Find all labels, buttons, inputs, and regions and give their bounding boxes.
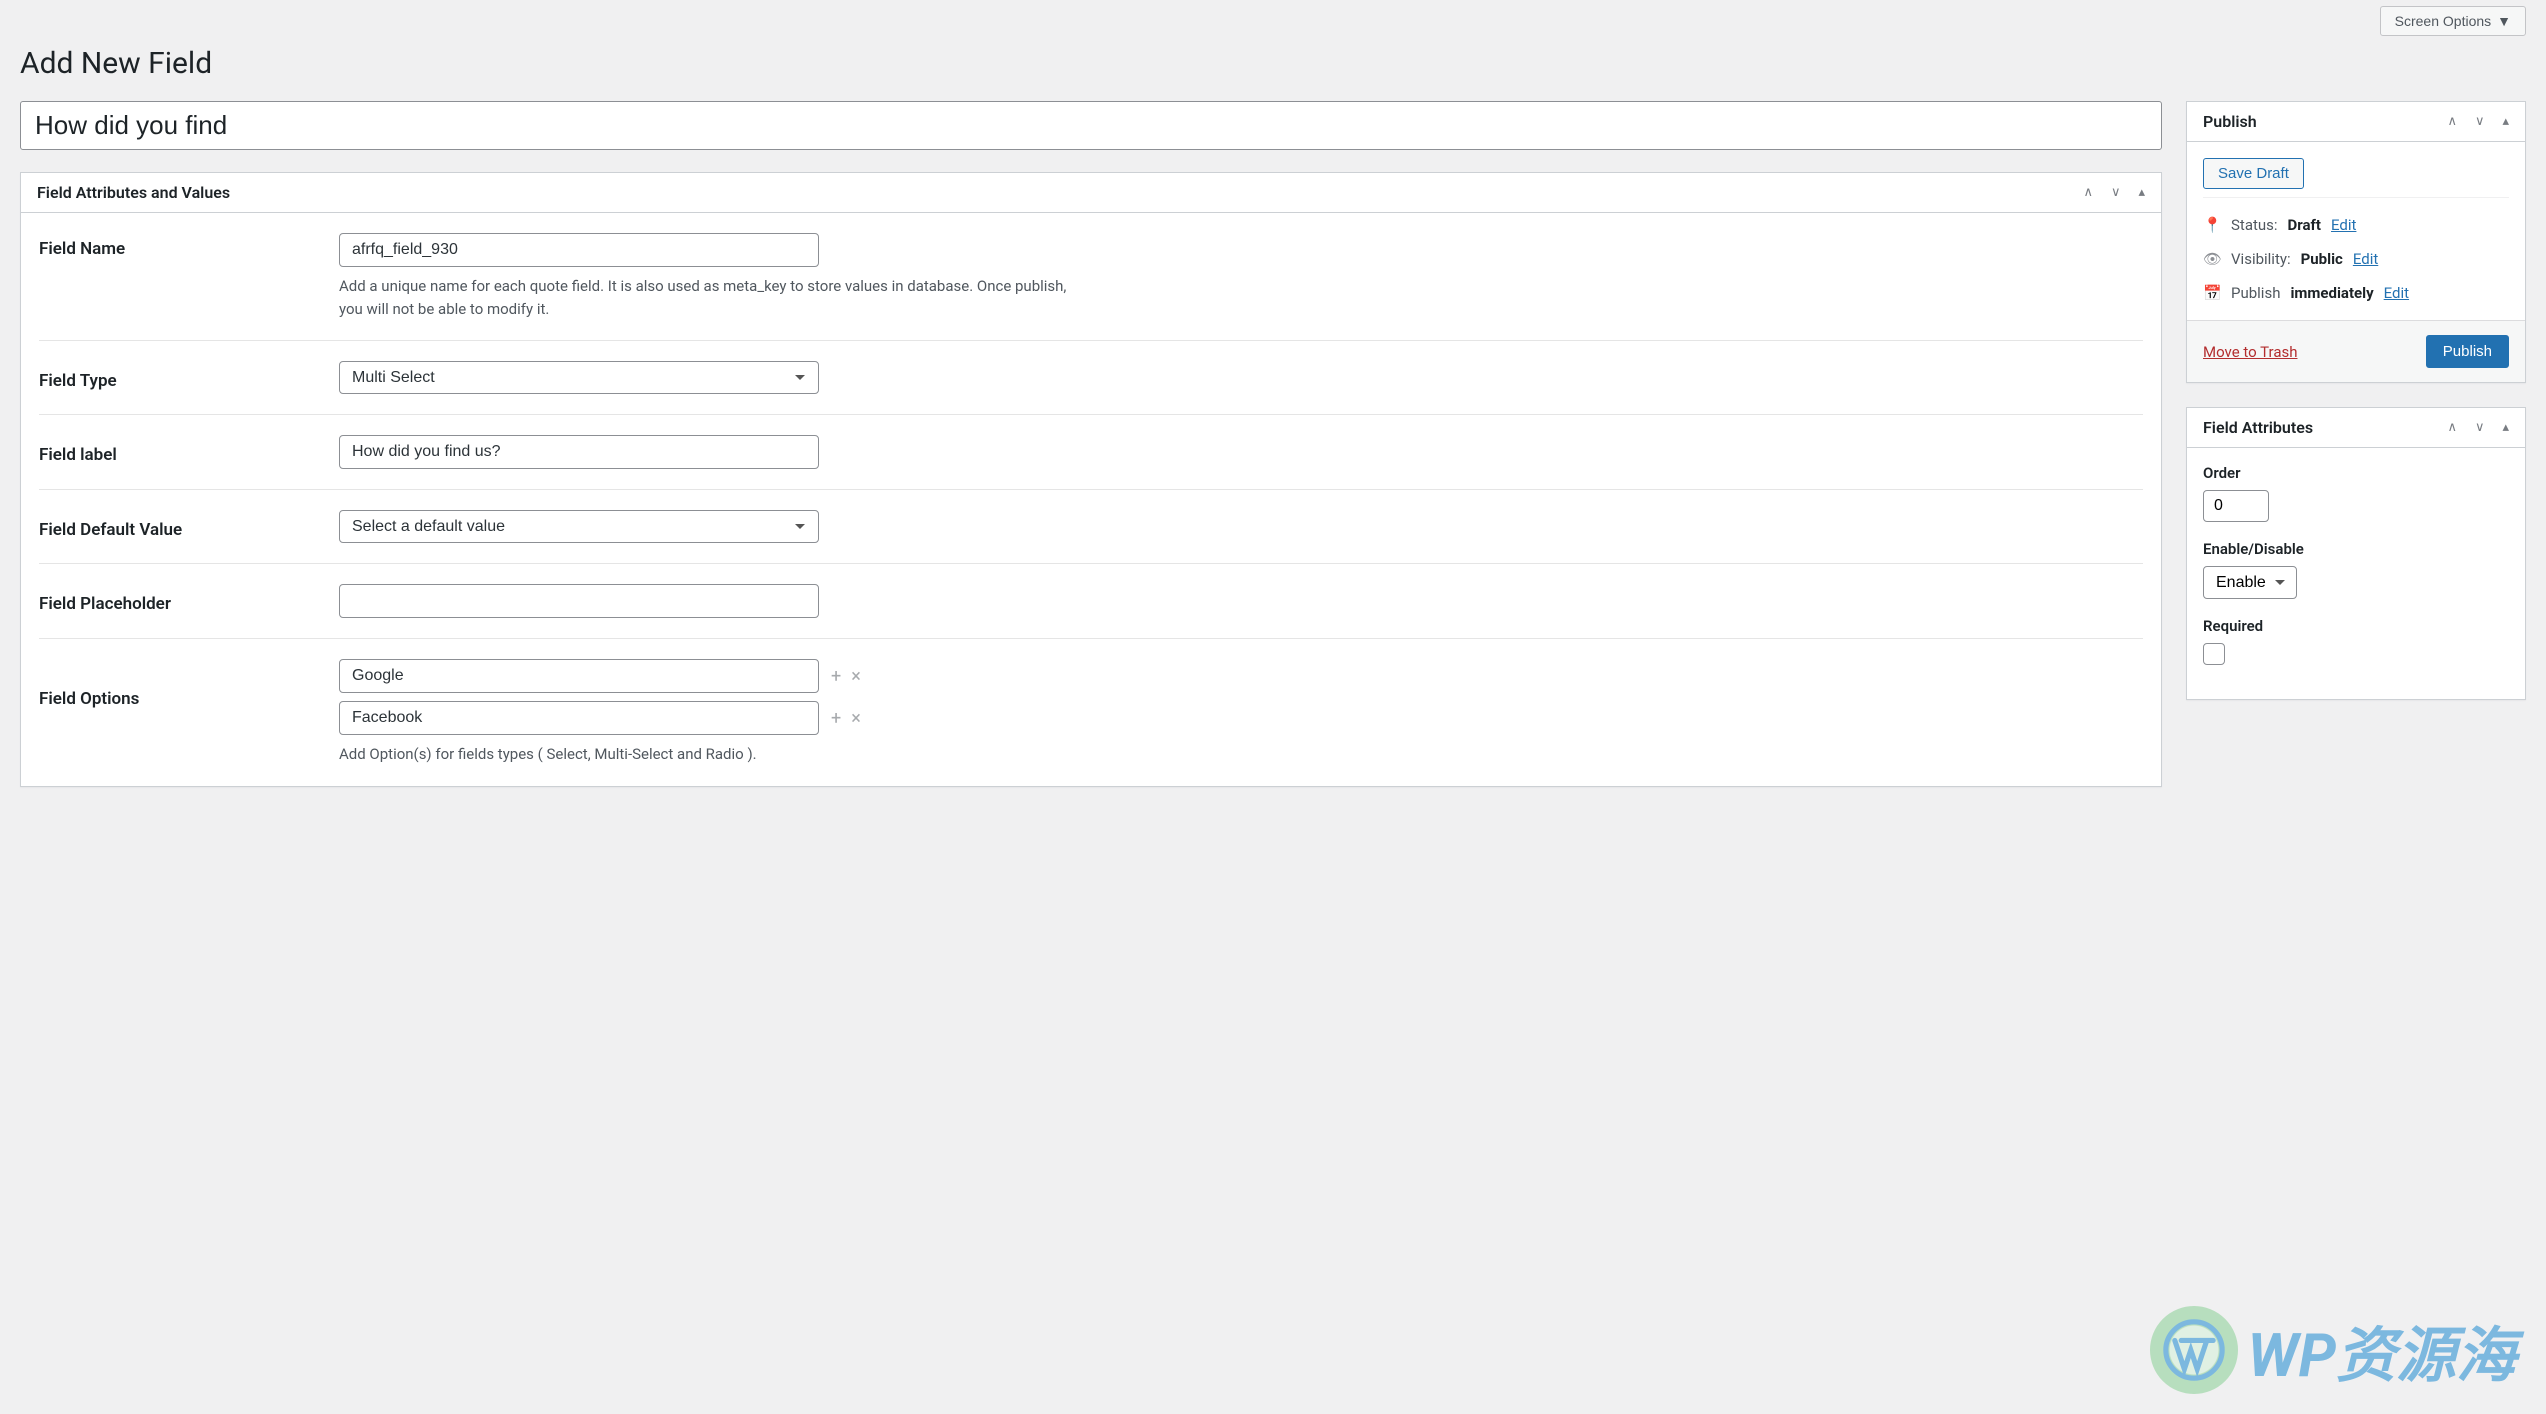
title-input[interactable]: [20, 101, 2162, 150]
remove-option-icon[interactable]: ×: [851, 666, 861, 687]
publish-heading: Publish: [2203, 112, 2257, 131]
publish-button[interactable]: Publish: [2426, 335, 2509, 368]
caret-down-icon: ▼: [2497, 13, 2511, 29]
field-placeholder-label: Field Placeholder: [39, 588, 339, 614]
visibility-label: Visibility:: [2231, 250, 2291, 268]
screen-options-label: Screen Options: [2395, 13, 2492, 29]
panel-toggle-icon[interactable]: ▴: [2138, 185, 2145, 200]
publish-date-label: Publish: [2231, 284, 2280, 302]
panel-up-icon[interactable]: ∧: [2447, 114, 2457, 129]
add-option-icon[interactable]: +: [831, 666, 841, 687]
panel-heading: Field Attributes and Values: [37, 183, 230, 202]
field-attributes-side-panel: Field Attributes ∧ ∨ ▴ Order Enable/Disa…: [2186, 407, 2526, 700]
pin-icon: 📍: [2203, 216, 2221, 234]
field-name-input[interactable]: [339, 233, 819, 267]
required-checkbox[interactable]: [2203, 643, 2225, 665]
field-attributes-heading: Field Attributes: [2203, 418, 2313, 437]
visibility-edit-link[interactable]: Edit: [2353, 250, 2378, 268]
required-label: Required: [2203, 617, 2509, 635]
field-attributes-values-panel: Field Attributes and Values ∧ ∨ ▴ Field …: [20, 172, 2162, 787]
watermark-logo-icon: [2150, 1306, 2238, 1394]
move-to-trash-link[interactable]: Move to Trash: [2203, 343, 2297, 361]
eye-icon: 👁: [2203, 250, 2221, 268]
field-name-description: Add a unique name for each quote field. …: [339, 275, 1079, 320]
order-input[interactable]: [2203, 490, 2269, 522]
field-options-label: Field Options: [39, 659, 339, 709]
enable-disable-label: Enable/Disable: [2203, 540, 2509, 558]
save-draft-button[interactable]: Save Draft: [2203, 158, 2304, 189]
enable-disable-select[interactable]: Enable: [2203, 566, 2297, 599]
screen-options-button[interactable]: Screen Options ▼: [2380, 6, 2526, 36]
field-label-label: Field label: [39, 439, 339, 465]
order-label: Order: [2203, 464, 2509, 482]
watermark: WP资源海: [2150, 1306, 2516, 1394]
field-default-value-label: Field Default Value: [39, 514, 339, 540]
add-option-icon[interactable]: +: [831, 708, 841, 729]
publish-panel: Publish ∧ ∨ ▴ Save Draft 📍 Status: Draft…: [2186, 101, 2526, 383]
panel-up-icon[interactable]: ∧: [2083, 185, 2093, 200]
status-label: Status:: [2231, 216, 2278, 234]
field-option-input-1[interactable]: [339, 701, 819, 735]
panel-down-icon[interactable]: ∨: [2475, 420, 2485, 435]
field-placeholder-input[interactable]: [339, 584, 819, 618]
visibility-value: Public: [2301, 250, 2343, 268]
panel-toggle-icon[interactable]: ▴: [2502, 420, 2509, 435]
field-default-value-select[interactable]: Select a default value: [339, 510, 819, 543]
publish-date-value: immediately: [2290, 284, 2373, 302]
publish-date-edit-link[interactable]: Edit: [2384, 284, 2409, 302]
page-title: Add New Field: [20, 46, 2526, 81]
panel-up-icon[interactable]: ∧: [2447, 420, 2457, 435]
status-edit-link[interactable]: Edit: [2331, 216, 2356, 234]
field-type-select[interactable]: Multi Select: [339, 361, 819, 394]
remove-option-icon[interactable]: ×: [851, 708, 861, 729]
field-options-description: Add Option(s) for fields types ( Select,…: [339, 743, 1079, 766]
field-option-input-0[interactable]: [339, 659, 819, 693]
watermark-text: WP资源海: [2248, 1307, 2516, 1394]
status-value: Draft: [2288, 216, 2321, 234]
panel-down-icon[interactable]: ∨: [2475, 114, 2485, 129]
field-name-label: Field Name: [39, 233, 339, 259]
field-type-label: Field Type: [39, 365, 339, 391]
panel-toggle-icon[interactable]: ▴: [2502, 114, 2509, 129]
panel-down-icon[interactable]: ∨: [2111, 185, 2121, 200]
field-label-input[interactable]: [339, 435, 819, 469]
calendar-icon: 📅: [2203, 284, 2221, 302]
